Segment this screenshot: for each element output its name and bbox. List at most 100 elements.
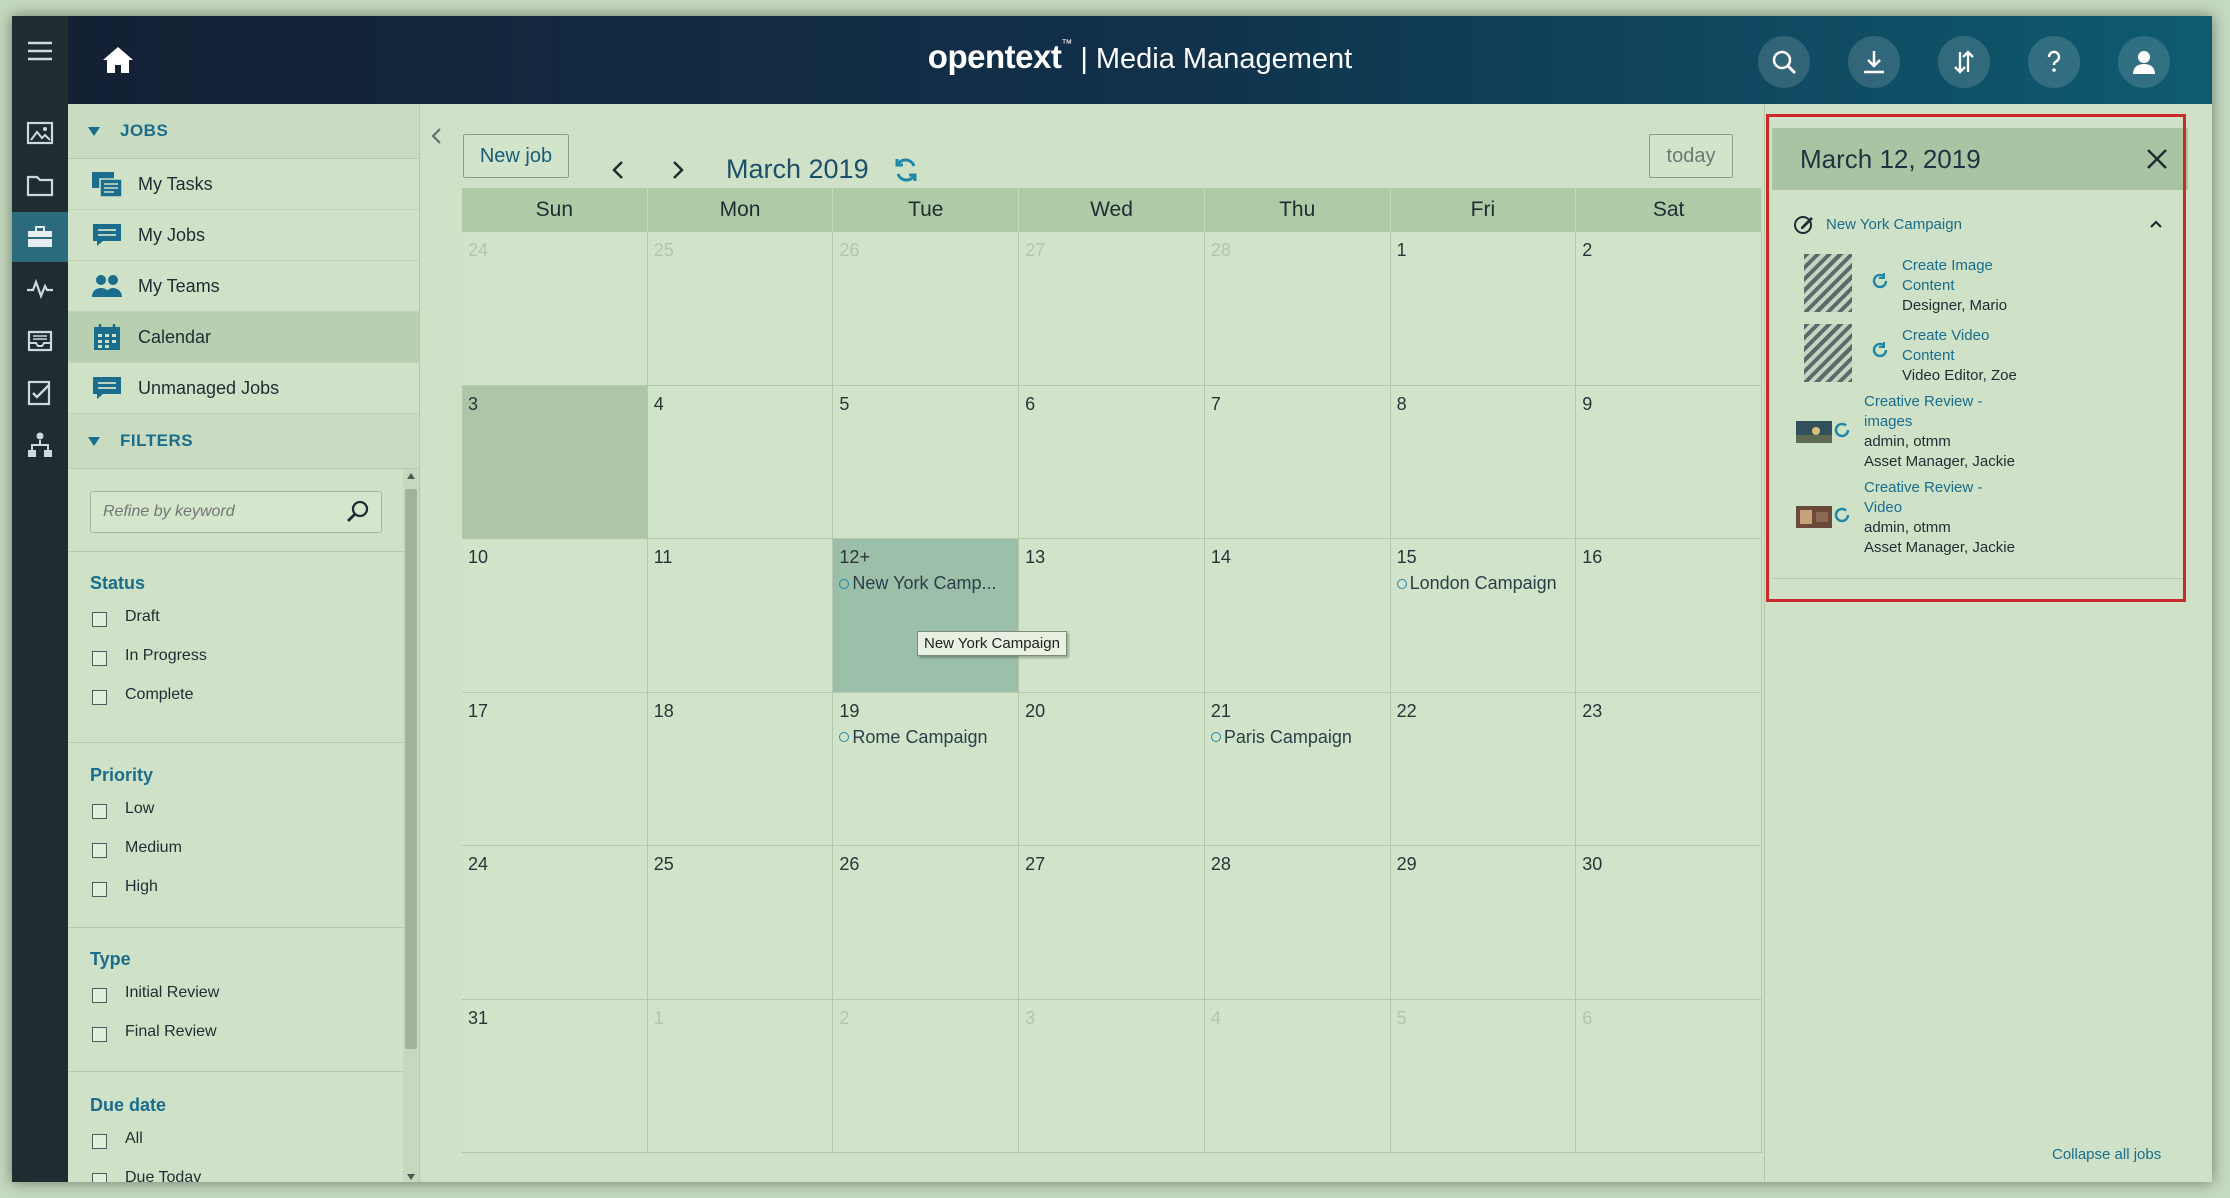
filter-option-in-progress[interactable]: In Progress [90,647,207,686]
jobs-section-header[interactable]: JOBS [68,104,419,159]
activity-icon[interactable] [12,264,68,314]
day-cell[interactable]: 21 Paris Campaign [1204,692,1391,846]
download-button[interactable] [1848,36,1900,88]
sidebar-item-my-jobs[interactable]: My Jobs [68,210,419,261]
checkbox[interactable] [92,1173,107,1182]
new-job-button[interactable]: New job [463,134,569,178]
filter-option-medium[interactable]: Medium [90,839,182,878]
briefcase-icon[interactable] [12,212,68,262]
transfer-button[interactable] [1938,36,1990,88]
day-cell[interactable]: 8 [1390,385,1577,539]
collapse-sidebar-icon[interactable] [427,126,447,146]
day-cell[interactable]: 24 [462,846,648,1000]
day-cell[interactable]: 28 [1204,232,1391,386]
checkbox[interactable] [92,612,107,627]
scroll-down-arrow-icon[interactable] [407,1174,415,1180]
day-cell[interactable]: 29 [1390,846,1577,1000]
calendar-event[interactable]: Paris Campaign [1210,727,1352,748]
collapse-all-jobs-link[interactable]: Collapse all jobs [2052,1146,2161,1163]
day-cell[interactable]: 16 [1576,539,1762,693]
day-cell[interactable]: 17 [462,692,648,846]
filters-scrollbar[interactable] [403,469,419,1182]
checkbox[interactable] [92,1134,107,1149]
day-cell[interactable]: 13 [1019,539,1205,693]
day-cell[interactable]: 26 [833,232,1020,386]
day-cell[interactable]: 26 [833,846,1020,1000]
day-cell[interactable]: 1 [647,999,834,1153]
checkbox[interactable] [92,843,107,858]
today-button[interactable]: today [1649,134,1733,178]
menu-icon[interactable] [12,26,68,76]
day-cell[interactable]: 3 [462,385,648,539]
day-cell[interactable]: 11 [647,539,834,693]
day-cell[interactable]: 7 [1204,385,1391,539]
help-button[interactable] [2028,36,2080,88]
search-icon[interactable] [345,499,371,525]
calendar-event[interactable]: Rome Campaign [839,727,987,748]
day-cell[interactable]: 2 [833,999,1020,1153]
inbox-icon[interactable] [12,316,68,366]
checkbox[interactable] [92,651,107,666]
refresh-icon[interactable] [892,156,920,184]
filter-option-low[interactable]: Low [90,800,182,839]
filter-option-all[interactable]: All [90,1130,201,1169]
day-cell[interactable]: 25 [647,846,834,1000]
filter-option-initial-review[interactable]: Initial Review [90,984,219,1023]
checkbox[interactable] [92,804,107,819]
checkbox[interactable] [92,882,107,897]
next-month-button[interactable] [662,152,694,188]
search-button[interactable] [1758,36,1810,88]
sidebar-item-calendar[interactable]: Calendar [68,312,419,363]
day-cell[interactable]: 27 [1019,846,1205,1000]
day-cell[interactable]: 25 [647,232,834,386]
folder-icon[interactable] [12,160,68,210]
keyword-search-input[interactable] [91,492,335,532]
sidebar-item-my-tasks[interactable]: My Tasks [68,159,419,210]
image-icon[interactable] [12,108,68,158]
filter-option-high[interactable]: High [90,878,182,917]
sidebar-item-unmanaged-jobs[interactable]: Unmanaged Jobs [68,363,419,414]
user-profile-button[interactable] [2118,36,2170,88]
day-cell[interactable]: 15 London Campaign [1390,539,1577,693]
day-cell[interactable]: 6 [1576,999,1762,1153]
day-cell[interactable]: 23 [1576,692,1762,846]
filter-option-due-today[interactable]: Due Today [90,1169,201,1182]
checkbox[interactable] [92,1027,107,1042]
scrollbar-thumb[interactable] [405,489,417,1049]
day-cell[interactable]: 1 [1390,232,1577,386]
day-cell[interactable]: 22 [1390,692,1577,846]
day-cell[interactable]: 9 [1576,385,1762,539]
day-cell[interactable]: 30 [1576,846,1762,1000]
day-cell[interactable]: 24 [462,232,648,386]
hierarchy-icon[interactable] [12,420,68,470]
day-cell[interactable]: 5 [833,385,1020,539]
filters-section-header[interactable]: FILTERS [68,414,419,469]
day-cell[interactable]: 5 [1390,999,1577,1153]
day-cell[interactable]: 6 [1019,385,1205,539]
filter-option-draft[interactable]: Draft [90,608,207,647]
calendar-event[interactable]: New York Camp... [839,573,996,594]
day-cell[interactable]: 31 [462,999,648,1153]
checkbox[interactable] [92,988,107,1003]
scroll-up-arrow-icon[interactable] [407,473,415,479]
filter-option-final-review[interactable]: Final Review [90,1023,219,1062]
day-cell[interactable]: 12+ New York Camp... [833,539,1020,693]
day-cell[interactable]: 20 [1019,692,1205,846]
day-cell[interactable]: 19 Rome Campaign [833,692,1020,846]
day-cell[interactable]: 2 [1576,232,1762,386]
day-cell[interactable]: 28 [1204,846,1391,1000]
day-cell[interactable]: 18 [647,692,834,846]
sidebar-item-my-teams[interactable]: My Teams [68,261,419,312]
filter-option-complete[interactable]: Complete [90,686,207,725]
day-cell[interactable]: 3 [1019,999,1205,1153]
day-cell[interactable]: 14 [1204,539,1391,693]
calendar-event[interactable]: London Campaign [1396,573,1557,594]
day-cell[interactable]: 4 [1204,999,1391,1153]
checkbox[interactable] [92,690,107,705]
previous-month-button[interactable] [602,152,634,188]
day-cell[interactable]: 10 [462,539,648,693]
day-cell[interactable]: 27 [1019,232,1205,386]
checklist-icon[interactable] [12,368,68,418]
day-cell[interactable]: 4 [647,385,834,539]
keyword-search-field[interactable] [90,491,382,533]
